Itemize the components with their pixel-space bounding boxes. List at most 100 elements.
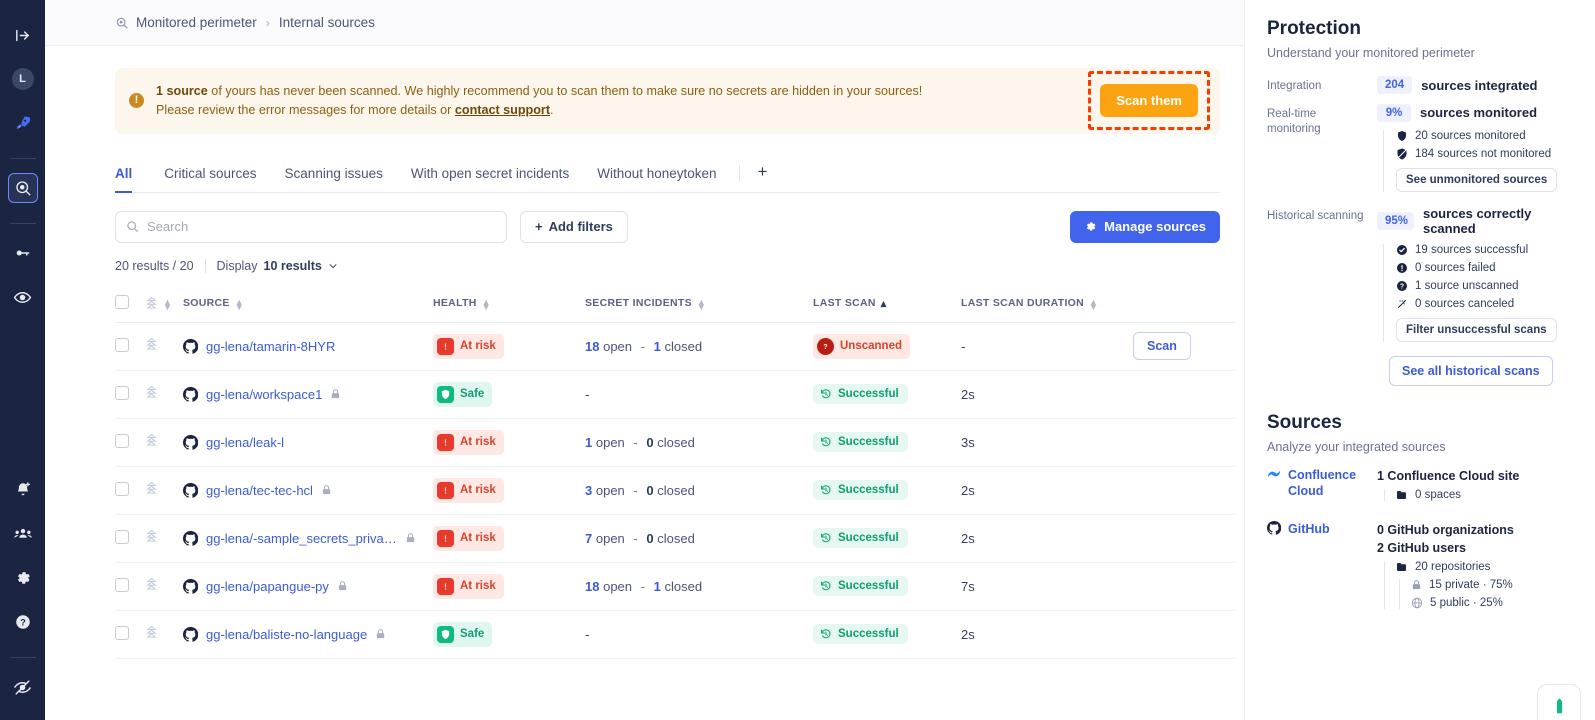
realtime-monitoring-metric: Real-time monitoring 9% sources monitore… <box>1267 103 1573 192</box>
table-row[interactable]: gg-lena/leak-l At risk 1 open - 0 closed… <box>115 418 1235 467</box>
select-all-header <box>115 284 145 323</box>
table-header-row: ▲ ▼ SOURCE ▲ ▼ HEALTH ▲ ▼ SECRET INCIDEN… <box>115 284 1235 323</box>
row-health-cell: At risk <box>433 322 585 371</box>
help-icon[interactable]: ? <box>8 607 38 637</box>
sort-icon[interactable]: ▲ ▼ <box>482 298 491 312</box>
open-incidents-count[interactable]: 7 <box>585 531 592 546</box>
sort-icon[interactable]: ▲ ▼ <box>163 298 172 312</box>
banner-line-2: Please review the error messages for mor… <box>156 101 1088 120</box>
sort-icon[interactable]: ▲ ▼ <box>235 298 244 312</box>
list-item: 20 repositories <box>1396 561 1573 573</box>
table-row[interactable]: gg-lena/baliste-no-language Safe - Succe… <box>115 610 1235 659</box>
row-select-cell <box>115 466 145 515</box>
eye-icon[interactable] <box>8 282 38 312</box>
source-link[interactable]: gg-lena/tamarin-8HYR <box>206 339 335 354</box>
rocket-icon[interactable] <box>8 108 38 138</box>
row-checkbox[interactable] <box>115 625 129 640</box>
github-icon <box>183 386 198 402</box>
closed-incidents-count[interactable]: 1 <box>654 339 661 354</box>
open-incidents-count[interactable]: 18 <box>585 339 599 354</box>
table-row[interactable]: gg-lena/workspace1 Safe - Successful 2s <box>115 370 1235 419</box>
closed-incidents-count[interactable]: 1 <box>654 579 661 594</box>
row-checkbox[interactable] <box>115 577 129 592</box>
row-checkbox[interactable] <box>115 529 129 544</box>
source-name-link[interactable]: GitHub <box>1288 521 1330 538</box>
scan-them-button[interactable]: Scan them <box>1100 84 1198 118</box>
collapse-sidebar-icon[interactable] <box>8 20 38 50</box>
source-link[interactable]: gg-lena/leak-l <box>206 435 284 450</box>
history-icon <box>820 628 832 640</box>
source-link[interactable]: gg-lena/tec-tec-hcl <box>206 483 313 498</box>
add-filters-button[interactable]: + Add filters <box>520 210 628 243</box>
row-select-cell <box>115 322 145 371</box>
search-box[interactable] <box>115 210 507 243</box>
add-tab-button[interactable]: + <box>748 156 778 192</box>
row-criticality-cell <box>145 466 183 515</box>
source-link[interactable]: gg-lena/baliste-no-language <box>206 627 367 642</box>
row-checkbox[interactable] <box>115 433 129 448</box>
sort-icon[interactable]: ▲ ▼ <box>697 298 706 312</box>
svg-text:?: ? <box>20 617 26 627</box>
row-checkbox[interactable] <box>115 337 129 352</box>
row-checkbox[interactable] <box>115 385 129 400</box>
row-checkbox[interactable] <box>115 481 129 496</box>
tab-all[interactable]: All <box>115 156 150 193</box>
list-item-label: 1 source unscanned <box>1415 279 1519 292</box>
last-scan-header-label: LAST SCAN <box>813 297 876 310</box>
closed-incidents-label: closed <box>664 578 703 594</box>
table-head: ▲ ▼ SOURCE ▲ ▼ HEALTH ▲ ▼ SECRET INCIDEN… <box>115 284 1235 323</box>
tab-with-open-secret-incidents[interactable]: With open secret incidents <box>397 156 583 192</box>
last-scan-badge: Successful <box>813 480 908 501</box>
tab-scanning-issues[interactable]: Scanning issues <box>271 156 397 192</box>
open-incidents-count[interactable]: 18 <box>585 579 599 594</box>
banner-line-2-prefix: Please review the error messages for mor… <box>156 102 455 117</box>
page-content: ! 1 source of yours has never been scann… <box>45 46 1244 720</box>
filter-unsuccessful-scans-button[interactable]: Filter unsuccessful scans <box>1396 317 1557 342</box>
workspace-avatar[interactable]: L <box>8 64 38 94</box>
rail-divider-1 <box>9 158 36 159</box>
row-duration-cell: 2s <box>961 466 1133 515</box>
table-row[interactable]: gg-lena/tec-tec-hcl At risk 3 open - 0 c… <box>115 466 1235 515</box>
sort-asc-icon[interactable]: ▴ <box>881 297 887 310</box>
last-scan-badge: Successful <box>813 528 908 549</box>
feedback-widget[interactable] <box>1537 684 1581 720</box>
unscanned-sources-banner: ! 1 source of yours has never been scann… <box>115 68 1220 134</box>
select-all-checkbox[interactable] <box>115 294 129 309</box>
incidents-dash: - <box>633 530 638 546</box>
tab-critical-sources[interactable]: Critical sources <box>150 156 270 192</box>
search-input[interactable] <box>147 219 496 235</box>
folder-icon <box>1396 489 1408 501</box>
see-unmonitored-sources-button[interactable]: See unmonitored sources <box>1396 167 1558 192</box>
source-link[interactable]: gg-lena/workspace1 <box>206 387 322 402</box>
manage-sources-button[interactable]: Manage sources <box>1070 210 1220 243</box>
table-row[interactable]: gg-lena/tamarin-8HYR At risk 18 open - 1… <box>115 322 1235 371</box>
breadcrumb-root[interactable]: Monitored perimeter <box>115 15 257 30</box>
row-incidents-cell: 18 open - 1 closed <box>585 562 813 611</box>
sort-icon[interactable]: ▲ ▼ <box>1089 298 1098 312</box>
source-link[interactable]: gg-lena/papangue-py <box>206 579 329 594</box>
open-incidents-count[interactable]: 1 <box>585 435 592 450</box>
table-row[interactable]: gg-lena/-sample_secrets_priva… At risk 7… <box>115 514 1235 563</box>
eye-off-icon[interactable] <box>8 672 38 702</box>
gear-icon[interactable] <box>8 563 38 593</box>
list-item: 5 public · 25% <box>1411 597 1573 609</box>
last-scan-label: Successful <box>838 532 899 545</box>
open-incidents-label: open <box>603 578 633 594</box>
github-icon <box>183 434 198 450</box>
key-icon[interactable] <box>8 238 38 268</box>
scan-row-button[interactable]: Scan <box>1133 332 1191 361</box>
source-header: SOURCE ▲ ▼ <box>183 284 433 323</box>
contact-support-link[interactable]: contact support <box>455 103 550 117</box>
open-incidents-count[interactable]: 3 <box>585 483 592 498</box>
row-criticality-cell <box>145 418 183 467</box>
team-icon[interactable] <box>8 519 38 549</box>
display-count-selector[interactable]: Display 10 results <box>217 259 338 273</box>
source-link[interactable]: gg-lena/-sample_secrets_priva… <box>206 531 397 546</box>
table-row[interactable]: gg-lena/papangue-py At risk 18 open - 1 … <box>115 562 1235 611</box>
tab-without-honeytoken[interactable]: Without honeytoken <box>583 156 730 192</box>
source-name-link[interactable]: Confluence Cloud <box>1288 467 1367 501</box>
perimeter-icon[interactable] <box>7 173 38 203</box>
see-all-historical-scans-button[interactable]: See all historical scans <box>1389 355 1553 386</box>
bell-icon[interactable] <box>8 475 38 505</box>
lock-icon <box>375 628 386 640</box>
